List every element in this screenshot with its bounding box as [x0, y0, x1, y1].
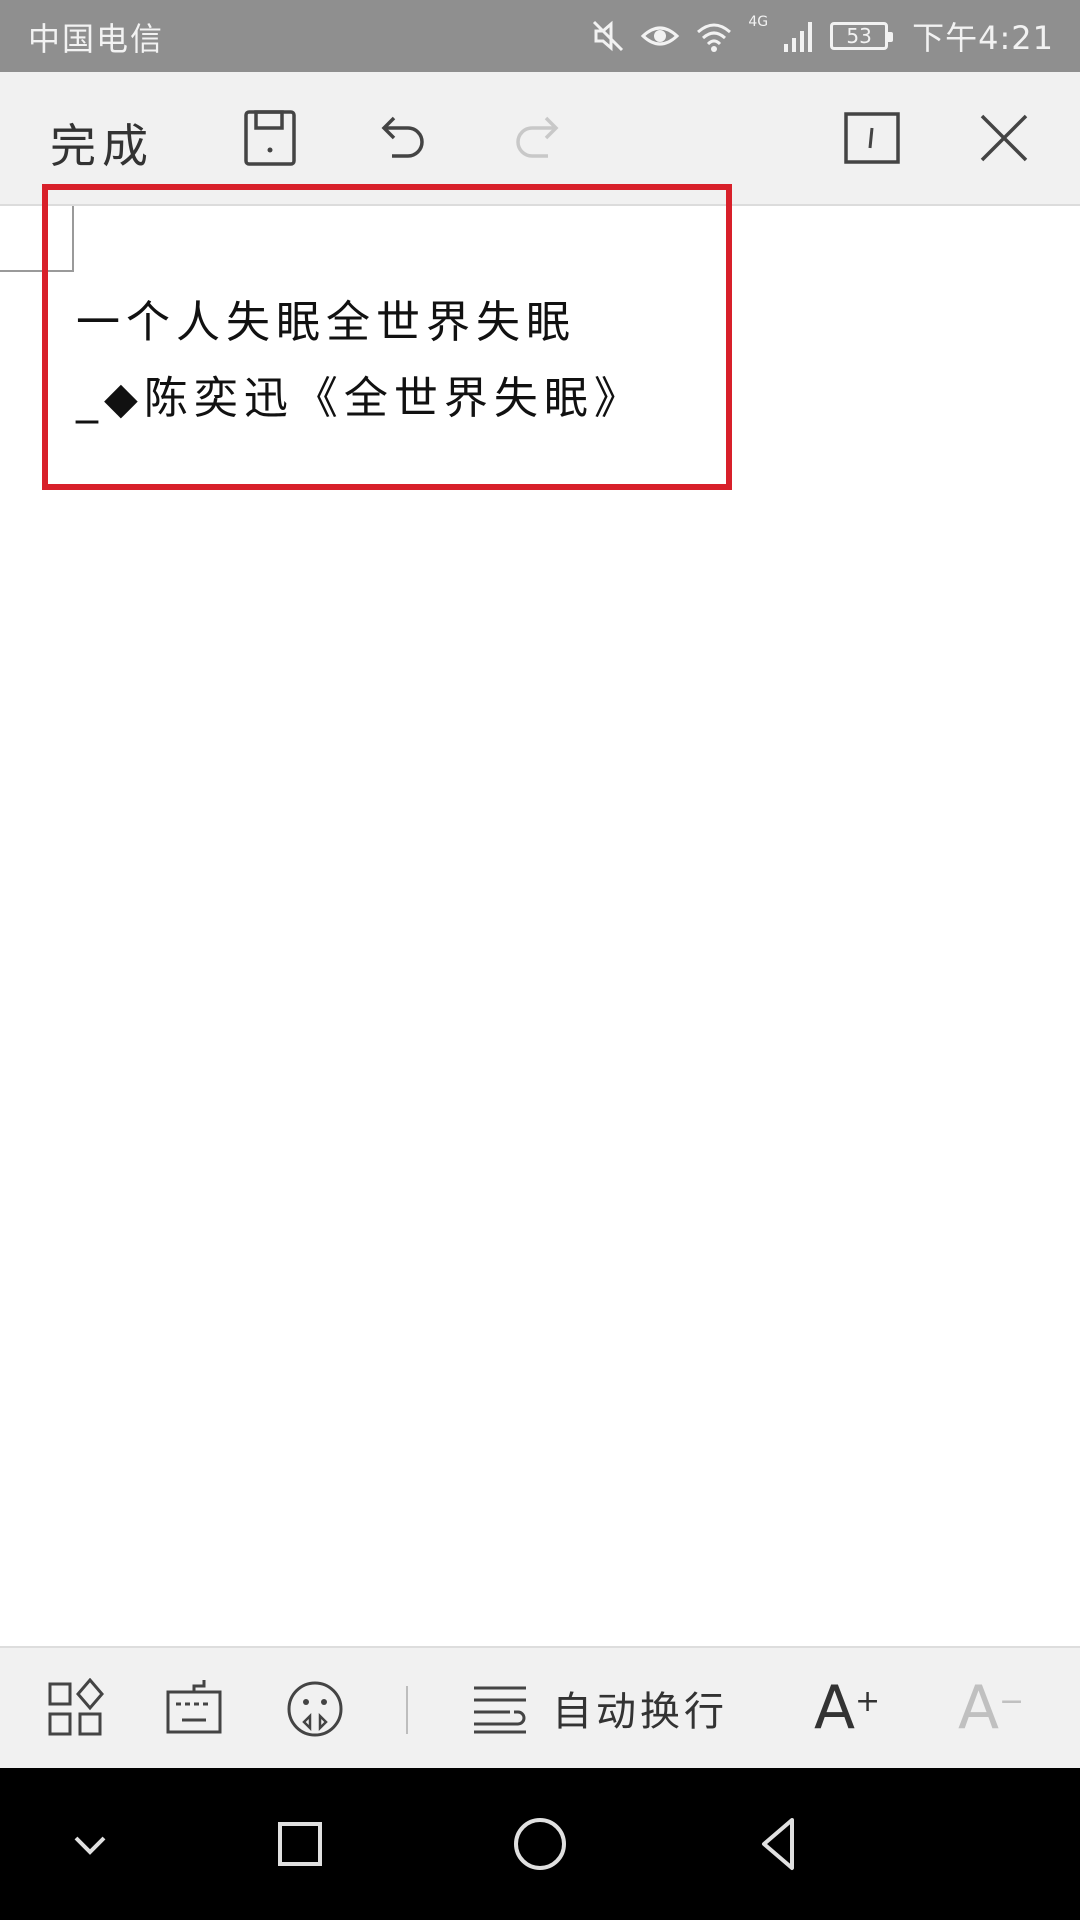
document-area[interactable]: 一个人失眠全世界失眠 _◆陈奕迅《全世界失眠》 — [0, 184, 1080, 1646]
document-line-1[interactable]: 一个人失眠全世界失眠 — [76, 286, 576, 350]
network-type-label: 4G — [748, 14, 769, 30]
increase-font-sign: + — [855, 1684, 881, 1719]
redo-icon[interactable] — [506, 106, 570, 170]
save-icon[interactable] — [238, 106, 302, 170]
increase-font-letter: A — [814, 1673, 856, 1743]
auto-wrap-label: 自动换行 — [552, 1689, 728, 1735]
apps-icon[interactable] — [46, 1678, 106, 1740]
navigation-bar — [0, 1768, 1080, 1920]
status-icons: 4G 53 下午4:21 — [590, 10, 1054, 62]
eye-comfort-icon — [641, 26, 680, 46]
collapse-icon[interactable] — [60, 1814, 120, 1874]
increase-font-button[interactable]: A+ — [814, 1672, 880, 1744]
emoji-icon[interactable] — [284, 1678, 346, 1740]
home-icon[interactable] — [510, 1814, 570, 1874]
signal-icon — [784, 22, 813, 52]
carrier-label: 中国电信 — [28, 20, 165, 58]
mute-icon — [593, 20, 624, 52]
recent-apps-icon[interactable] — [270, 1814, 330, 1874]
editing-bottom-bar: 自动换行 A+ A− — [0, 1646, 1080, 1770]
status-bar: 中国电信 4G 53 下午4:21 — [0, 0, 1080, 72]
battery-level: 53 — [846, 24, 872, 48]
battery-icon: 53 — [830, 22, 894, 50]
text-cursor-icon[interactable] — [840, 106, 904, 170]
clock: 下午4:21 — [912, 19, 1054, 57]
close-icon[interactable] — [972, 106, 1036, 170]
bottom-bar-divider — [406, 1686, 408, 1734]
back-icon[interactable] — [750, 1814, 810, 1874]
decrease-font-button[interactable]: A− — [958, 1672, 1024, 1744]
auto-wrap-button[interactable]: 自动换行 — [470, 1676, 728, 1740]
done-button[interactable]: 完成 — [50, 110, 154, 176]
wifi-icon — [697, 23, 732, 52]
undo-icon[interactable] — [370, 106, 434, 170]
decrease-font-sign: − — [999, 1684, 1025, 1719]
document-line-2[interactable]: _◆陈奕迅《全世界失眠》 — [76, 362, 644, 426]
decrease-font-letter: A — [958, 1673, 1000, 1743]
wrap-lines-icon — [474, 1686, 526, 1734]
keyboard-icon[interactable] — [164, 1678, 224, 1740]
